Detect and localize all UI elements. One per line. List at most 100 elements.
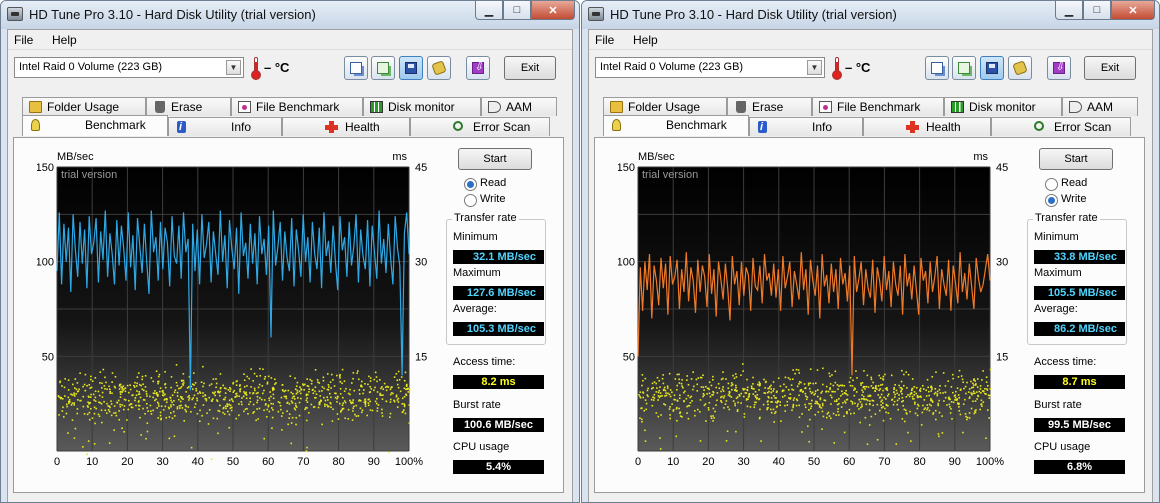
read-radio[interactable]: Read	[464, 177, 506, 191]
access-point	[791, 378, 794, 380]
exit-button[interactable]: Exit	[1084, 56, 1136, 80]
read-radio[interactable]: Read	[1045, 177, 1087, 191]
tab-disk-monitor[interactable]: Disk monitor	[944, 97, 1062, 116]
access-point	[919, 389, 921, 391]
disk-monitor-icon	[370, 101, 383, 113]
access-point	[825, 416, 828, 419]
access-point	[141, 375, 144, 378]
access-point	[73, 392, 75, 395]
tab-benchmark[interactable]: Benchmark	[22, 115, 168, 136]
access-point	[294, 402, 297, 405]
tab-folder-usage[interactable]: Folder Usage	[603, 97, 727, 116]
download-button[interactable]	[466, 56, 490, 80]
menu-file[interactable]: File	[14, 33, 33, 47]
access-point	[985, 381, 988, 383]
write-radio[interactable]: Write	[1045, 193, 1086, 207]
access-point	[722, 390, 725, 392]
options-button[interactable]	[1008, 56, 1032, 80]
chevron-down-icon[interactable]: ▼	[807, 60, 822, 75]
access-point	[831, 374, 833, 376]
access-point	[934, 388, 937, 390]
access-point	[408, 388, 411, 391]
access-point	[159, 414, 162, 417]
access-point	[828, 372, 831, 375]
access-point	[886, 395, 889, 397]
access-point	[748, 395, 750, 398]
tab-benchmark[interactable]: Benchmark	[603, 115, 749, 136]
download-button[interactable]	[1047, 56, 1071, 80]
start-button[interactable]: Start	[1039, 148, 1113, 170]
minimize-icon[interactable]: ▁	[1055, 1, 1083, 20]
copy-screenshot-button[interactable]	[952, 56, 976, 80]
access-point	[352, 399, 354, 401]
title-bar[interactable]: HD Tune Pro 3.10 - Hard Disk Utility (tr…	[1, 1, 579, 29]
copy-info-button[interactable]	[344, 56, 368, 80]
tab-erase[interactable]: Erase	[146, 97, 231, 116]
tab-error-scan[interactable]: Error Scan	[410, 117, 550, 136]
access-point	[272, 403, 274, 405]
drive-select[interactable]: Intel Raid 0 Volume (223 GB) ▼	[14, 57, 244, 78]
access-point	[886, 389, 889, 391]
access-point	[789, 398, 792, 400]
access-point	[202, 392, 204, 394]
write-radio[interactable]: Write	[464, 193, 505, 207]
chevron-down-icon[interactable]: ▼	[226, 60, 241, 75]
tab-health[interactable]: Health	[863, 117, 991, 136]
drive-select[interactable]: Intel Raid 0 Volume (223 GB) ▼	[595, 57, 825, 78]
title-bar[interactable]: HD Tune Pro 3.10 - Hard Disk Utility (tr…	[582, 1, 1159, 29]
access-point	[373, 389, 375, 392]
tab-file-benchmark[interactable]: File Benchmark	[231, 97, 363, 116]
tab-erase[interactable]: Erase	[727, 97, 812, 116]
start-button[interactable]: Start	[458, 148, 532, 170]
save-button[interactable]	[399, 56, 423, 80]
access-point	[681, 385, 683, 388]
options-button[interactable]	[427, 56, 451, 80]
exit-button[interactable]: Exit	[504, 56, 556, 80]
access-point	[381, 415, 384, 417]
maximize-icon[interactable]: □	[503, 1, 531, 20]
access-point	[122, 385, 125, 387]
access-point	[63, 386, 66, 389]
tab-info[interactable]: Info	[168, 117, 282, 136]
tab-aam[interactable]: AAM	[1062, 97, 1138, 116]
menu-help[interactable]: Help	[633, 33, 658, 47]
access-point	[333, 385, 336, 387]
access-point	[257, 386, 260, 389]
access-point	[918, 396, 920, 398]
tab-error-scan[interactable]: Error Scan	[991, 117, 1131, 136]
access-point	[198, 420, 201, 423]
access-point	[966, 416, 969, 419]
copy-info-button[interactable]	[925, 56, 949, 80]
close-icon[interactable]: ✕	[531, 1, 575, 20]
access-point	[177, 398, 180, 401]
access-point	[238, 385, 241, 387]
access-point	[299, 392, 302, 395]
access-point	[229, 388, 232, 390]
tab-disk-monitor[interactable]: Disk monitor	[363, 97, 481, 116]
tab-health[interactable]: Health	[282, 117, 410, 136]
access-point	[652, 399, 655, 401]
tab-file-benchmark[interactable]: File Benchmark	[812, 97, 944, 116]
speaker-icon	[1069, 101, 1082, 113]
access-point	[287, 423, 289, 426]
save-button[interactable]	[980, 56, 1004, 80]
minimize-icon[interactable]: ▁	[475, 1, 503, 20]
tab-aam[interactable]: AAM	[481, 97, 557, 116]
maximize-icon[interactable]: □	[1083, 1, 1111, 20]
tab-info[interactable]: Info	[749, 117, 863, 136]
menu-help[interactable]: Help	[52, 33, 77, 47]
access-point	[169, 397, 172, 399]
access-point	[150, 410, 152, 412]
copy-screenshot-button[interactable]	[371, 56, 395, 80]
access-point	[978, 390, 981, 393]
tab-folder-usage[interactable]: Folder Usage	[22, 97, 146, 116]
access-point	[288, 417, 291, 419]
access-point	[872, 381, 874, 384]
access-point	[811, 399, 813, 402]
close-icon[interactable]: ✕	[1111, 1, 1155, 20]
menu-file[interactable]: File	[595, 33, 614, 47]
access-point	[850, 400, 852, 403]
info-icon	[758, 118, 767, 136]
access-point	[989, 368, 992, 371]
access-point	[694, 414, 696, 417]
